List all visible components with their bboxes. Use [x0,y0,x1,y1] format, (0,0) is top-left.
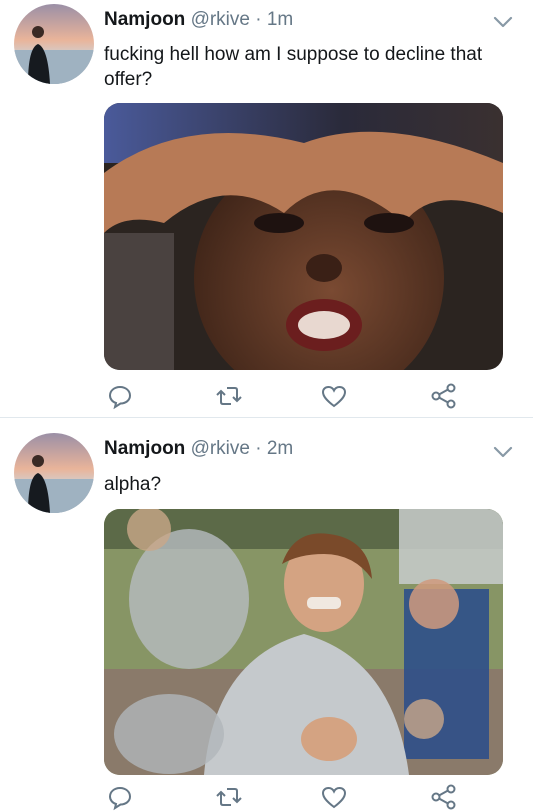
share-icon[interactable] [430,783,458,811]
tweet-media-image[interactable] [104,509,503,775]
tweet-text: fucking hell how am I suppose to decline… [104,44,483,90]
share-icon[interactable] [430,382,458,410]
tweet[interactable]: Namjoon @rkive · 2m alpha? [0,418,533,811]
heart-icon[interactable] [320,783,348,811]
username[interactable]: @rkive [191,438,250,459]
retweet-icon[interactable] [215,783,243,811]
chevron-down-icon[interactable] [491,440,515,464]
chevron-down-icon[interactable] [491,10,515,34]
avatar[interactable] [14,4,94,84]
tweet-media-image[interactable] [104,103,503,370]
display-name[interactable]: Namjoon [104,438,185,459]
reply-icon[interactable] [106,382,134,410]
tweet-text: alpha? [104,474,162,495]
tweet-header: Namjoon @rkive · 1m [104,8,517,32]
retweet-icon[interactable] [215,382,243,410]
display-name[interactable]: Namjoon [104,9,185,30]
separator: · [255,438,262,459]
reply-icon[interactable] [106,783,134,811]
username[interactable]: @rkive [191,9,250,30]
tweet-actions [104,783,484,811]
avatar[interactable] [14,433,94,513]
heart-icon[interactable] [320,382,348,410]
timestamp[interactable]: 1m [267,9,293,30]
separator: · [255,9,262,30]
timestamp[interactable]: 2m [267,438,293,459]
tweet[interactable]: Namjoon @rkive · 1m fucking hell how am … [0,0,533,418]
tweet-header: Namjoon @rkive · 2m [104,437,517,461]
tweet-actions [104,382,484,410]
